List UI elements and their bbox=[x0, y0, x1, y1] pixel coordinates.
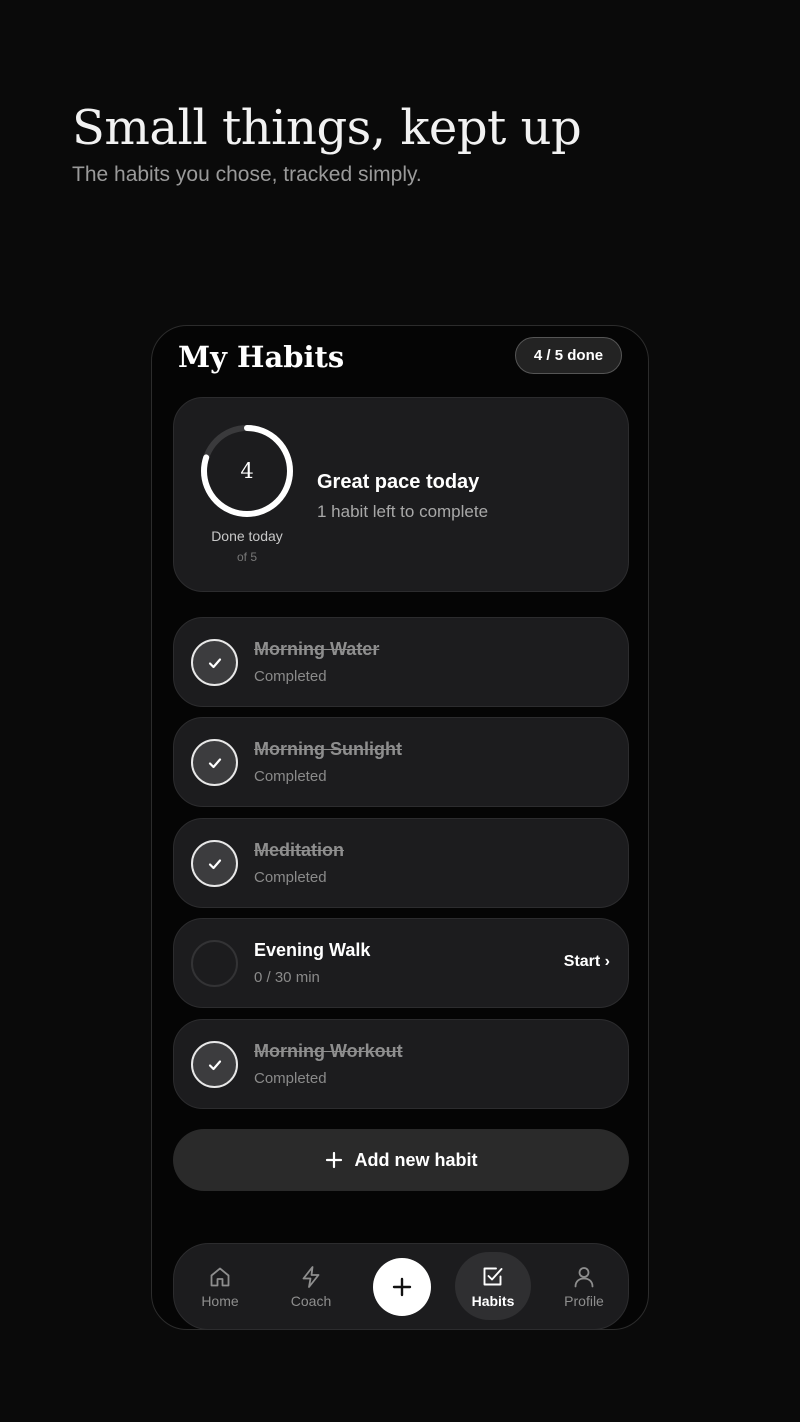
phone-frame: My Habits 4 / 5 done 4 Done today of 5 G… bbox=[151, 325, 649, 1330]
bottom-tab-bar: Home Coach Habits Profile bbox=[173, 1243, 629, 1330]
habit-status: Completed bbox=[254, 1070, 327, 1087]
home-icon bbox=[210, 1267, 230, 1286]
habit-row-morning-sunlight[interactable]: Morning Sunlight Completed bbox=[173, 717, 629, 807]
tab-profile[interactable]: Profile bbox=[546, 1252, 622, 1320]
start-habit-button[interactable]: Start › bbox=[564, 953, 610, 971]
tab-home[interactable]: Home bbox=[182, 1252, 258, 1320]
summary-card: 4 Done today of 5 Great pace today 1 hab… bbox=[173, 397, 629, 592]
habit-checkbox[interactable] bbox=[191, 739, 238, 786]
tab-label: Home bbox=[201, 1292, 239, 1309]
summary-title: Great pace today bbox=[317, 471, 480, 493]
add-habit-label: Add new habit bbox=[354, 1149, 478, 1170]
plus-icon bbox=[325, 1151, 342, 1169]
checkbox-icon bbox=[483, 1267, 503, 1285]
habit-row-morning-water[interactable]: Morning Water Completed bbox=[173, 617, 629, 707]
hero-subtitle: The habits you chose, tracked simply. bbox=[72, 163, 422, 186]
check-icon bbox=[208, 657, 221, 668]
tab-label: Habits bbox=[471, 1292, 515, 1309]
habit-checkbox[interactable] bbox=[191, 840, 238, 887]
done-today-value: 4 bbox=[240, 459, 254, 483]
person-icon bbox=[574, 1266, 594, 1287]
habit-status: Completed bbox=[254, 869, 327, 886]
habit-name: Meditation bbox=[254, 840, 344, 860]
check-icon bbox=[208, 757, 221, 768]
summary-subtitle: 1 habit left to complete bbox=[317, 502, 489, 521]
habit-status: Completed bbox=[254, 668, 327, 685]
habit-name: Morning Workout bbox=[254, 1041, 403, 1061]
habit-name: Evening Walk bbox=[254, 940, 371, 960]
lightning-icon bbox=[302, 1265, 320, 1288]
check-icon bbox=[208, 858, 221, 869]
plus-icon bbox=[392, 1277, 412, 1297]
habit-status: Completed bbox=[254, 768, 327, 785]
quick-add-button[interactable] bbox=[373, 1258, 431, 1316]
habit-checkbox[interactable] bbox=[191, 639, 238, 686]
habit-status: 0 / 30 min bbox=[254, 969, 320, 986]
tab-habits[interactable]: Habits bbox=[455, 1252, 531, 1320]
page-title: My Habits bbox=[178, 340, 345, 374]
habit-name: Morning Sunlight bbox=[254, 739, 402, 759]
done-count-badge: 4 / 5 done bbox=[515, 337, 622, 374]
done-total-label: of 5 bbox=[236, 550, 257, 564]
habit-checkbox[interactable] bbox=[191, 940, 238, 987]
hero-title: Small things, kept up bbox=[72, 100, 582, 156]
tab-label: Profile bbox=[564, 1292, 604, 1309]
habit-checkbox[interactable] bbox=[191, 1041, 238, 1088]
habit-row-evening-walk[interactable]: Evening Walk 0 / 30 min Start › bbox=[173, 918, 629, 1008]
check-icon bbox=[208, 1059, 221, 1070]
habit-row-meditation[interactable]: Meditation Completed bbox=[173, 818, 629, 908]
tab-label: Coach bbox=[290, 1292, 332, 1309]
habit-name: Morning Water bbox=[254, 639, 380, 659]
add-habit-button[interactable]: Add new habit bbox=[173, 1129, 629, 1191]
tab-coach[interactable]: Coach bbox=[273, 1252, 349, 1320]
done-today-label: Done today bbox=[211, 528, 283, 544]
habit-row-morning-workout[interactable]: Morning Workout Completed bbox=[173, 1019, 629, 1109]
